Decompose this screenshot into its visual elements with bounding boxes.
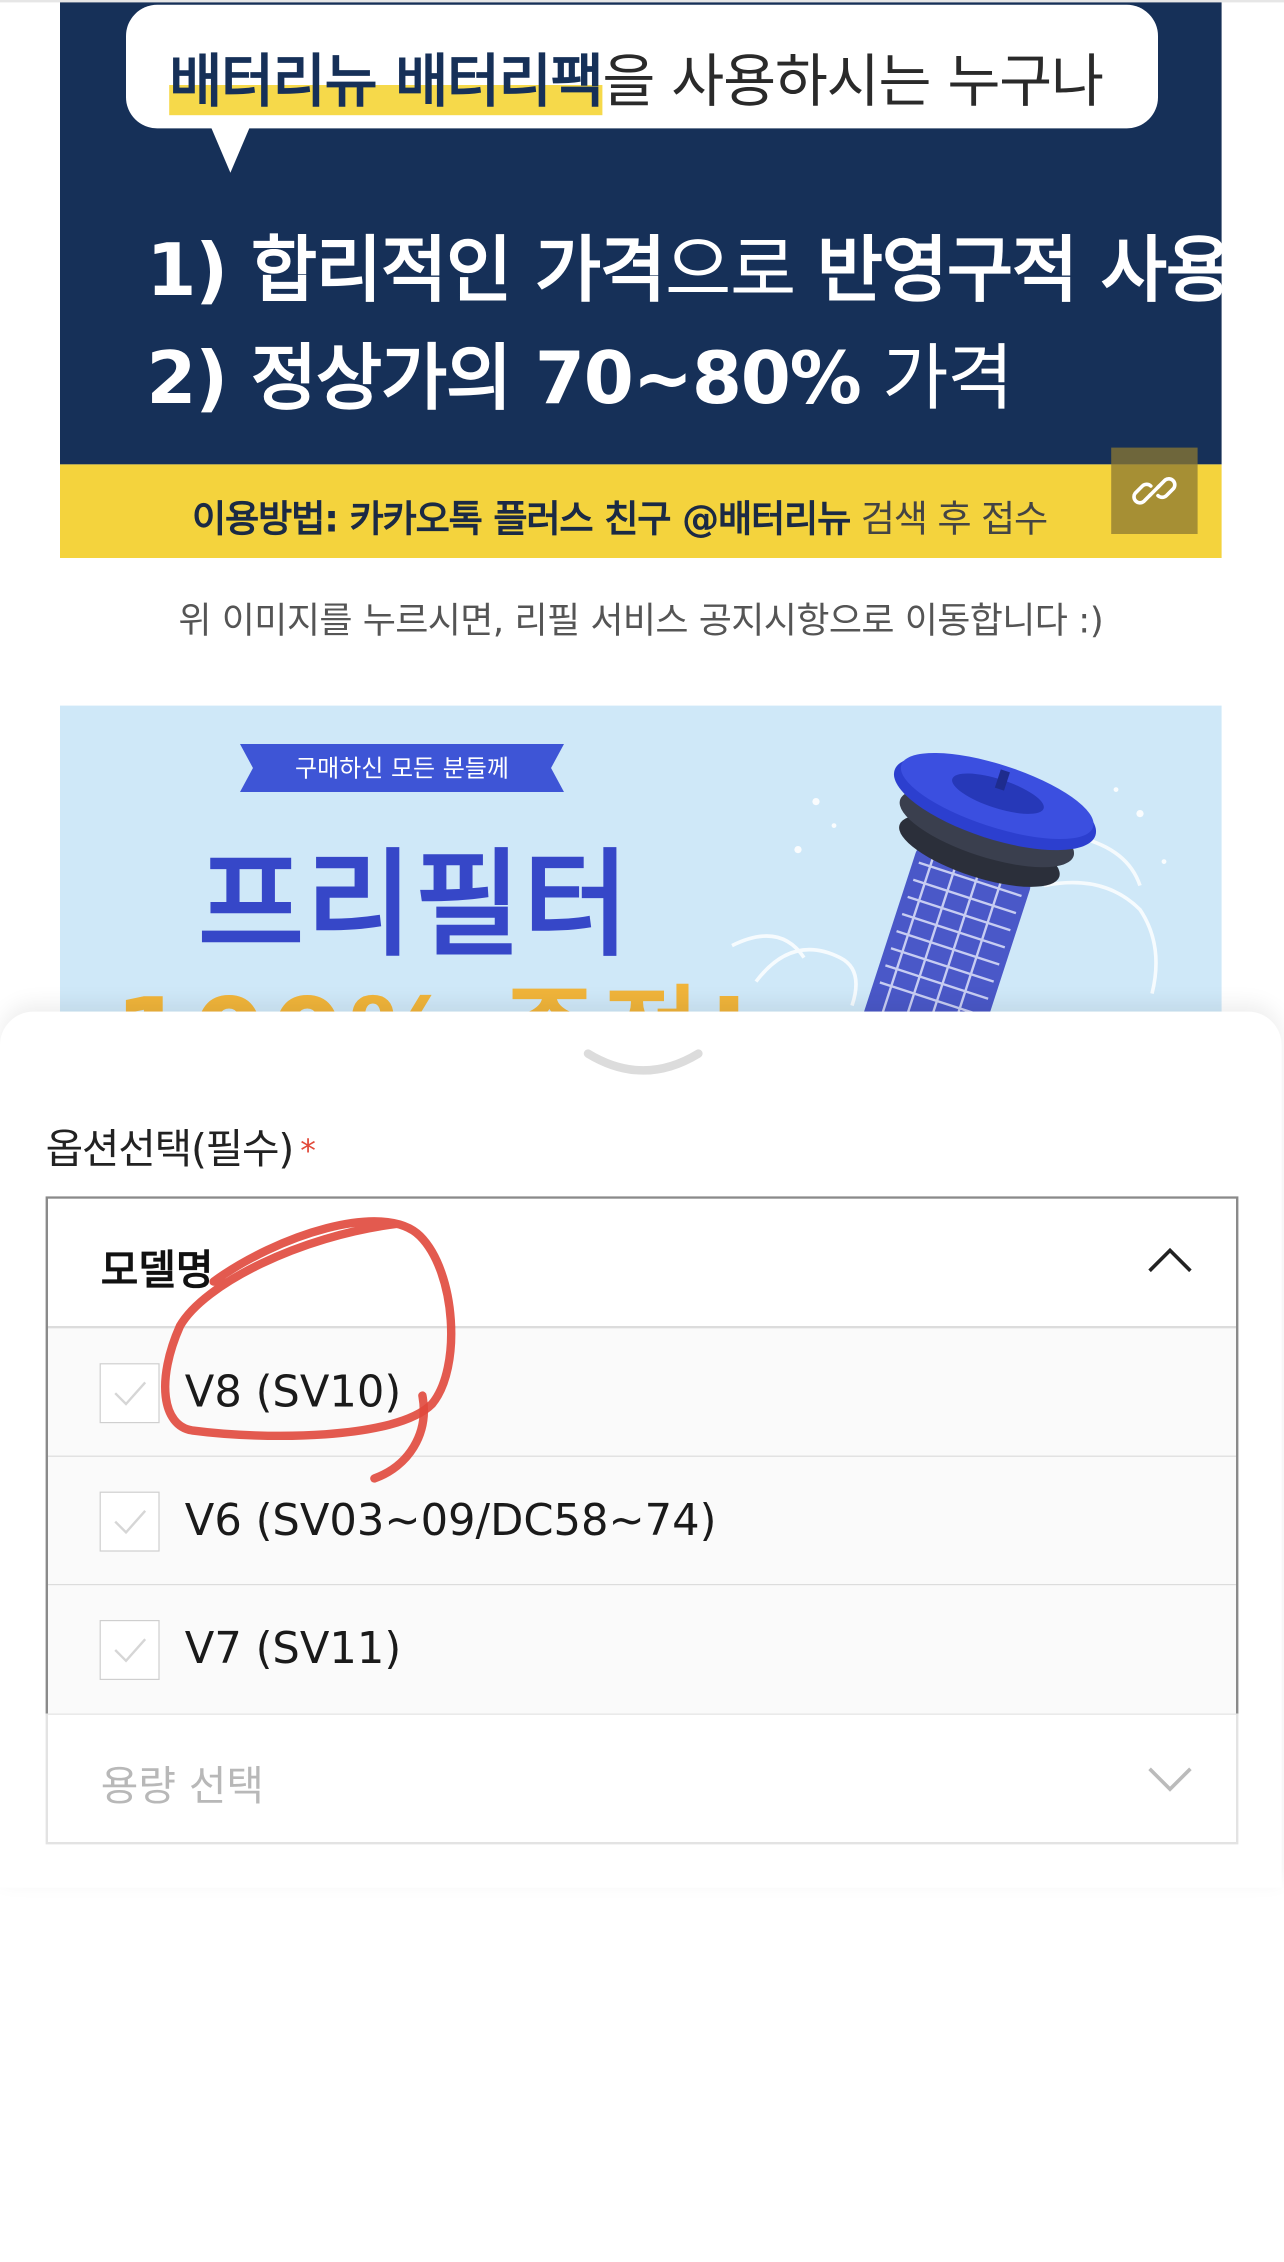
- chevron-down-icon[interactable]: [1146, 1760, 1194, 1796]
- usage-light: 검색 후 접수: [850, 498, 1049, 542]
- banner-line-2: 2) 정상가의 70~80% 가격: [146, 320, 1013, 424]
- option-checkbox[interactable]: [99, 1491, 160, 1552]
- option-title-text: 옵션선택(필수): [45, 1125, 295, 1174]
- banner-line-1: 1) 합리적인 가격으로 반영구적 사용: [146, 212, 1232, 316]
- check-icon: [114, 1510, 147, 1535]
- page: 배터리뉴 배터리팩을 사용하시는 누구나 1) 합리적인 가격으로 반영구적 사…: [0, 0, 1284, 2262]
- line1-bold-a: 1) 합리적인 가격: [146, 229, 666, 314]
- filter-ribbon: 구매하신 모든 분들께: [240, 744, 565, 793]
- notice-text: 위 이미지를 누르시면, 리필 서비스 공지시항으로 이동합니다 :): [178, 600, 1104, 642]
- option-label: V7 (SV11): [184, 1624, 402, 1675]
- model-dropdown[interactable]: 모델명 V8 (SV10) V6 (SV03~09/DC58~74) V7 (S…: [45, 1196, 1239, 1717]
- model-option-v6[interactable]: V6 (SV03~09/DC58~74): [48, 1456, 1236, 1587]
- bubble-highlight: 배터리뉴 배터리팩: [169, 48, 604, 116]
- line1-bold-b: 반영구적 사용: [816, 229, 1232, 314]
- option-title: 옵션선택(필수) *: [45, 1116, 316, 1175]
- link-icon-glyph: [1132, 477, 1177, 505]
- bubble-text: 배터리뉴 배터리팩을 사용하시는 누구나: [169, 34, 1104, 118]
- model-option-v8[interactable]: V8 (SV10): [48, 1328, 1236, 1458]
- sheet-collapse-handle-icon[interactable]: [583, 1044, 703, 1080]
- line2-light: 가격: [860, 337, 1013, 422]
- line1-light: 으로: [664, 229, 817, 314]
- filter-banner[interactable]: 구매하신 모든 분들께 프리필터 100% 증정!: [60, 705, 1222, 1012]
- usage-bar[interactable]: 이용방법: 카카오톡 플러스 친구 @배터리뉴 검색 후 접수: [60, 464, 1222, 558]
- required-mark: *: [300, 1133, 316, 1170]
- usage-bold: 이용방법: 카카오톡 플러스 친구 @배터리뉴: [192, 498, 851, 542]
- capacity-dropdown[interactable]: 용량 선택: [45, 1713, 1239, 1845]
- model-dropdown-header[interactable]: 모델명: [48, 1198, 1236, 1329]
- option-label: V6 (SV03~09/DC58~74): [184, 1496, 717, 1546]
- link-icon[interactable]: [1111, 447, 1198, 534]
- check-icon: [114, 1381, 147, 1406]
- chevron-up-icon[interactable]: [1146, 1242, 1194, 1278]
- filter-subtitle: 100% 증정!: [114, 952, 758, 1011]
- capacity-dropdown-placeholder: 용량 선택: [100, 1762, 264, 1811]
- model-option-v7[interactable]: V7 (SV11): [48, 1585, 1236, 1713]
- bubble-rest: 을 사용하시는 누구나: [602, 48, 1104, 116]
- bubble-tail: [210, 124, 251, 173]
- option-label: V8 (SV10): [184, 1368, 402, 1418]
- speech-bubble: 배터리뉴 배터리팩을 사용하시는 누구나: [126, 4, 1159, 129]
- option-checkbox[interactable]: [99, 1620, 160, 1681]
- option-checkbox[interactable]: [99, 1363, 160, 1424]
- line2-bold: 2) 정상가의 70~80%: [146, 337, 861, 422]
- check-icon: [114, 1638, 147, 1663]
- refill-banner[interactable]: 배터리뉴 배터리팩을 사용하시는 누구나 1) 합리적인 가격으로 반영구적 사…: [60, 2, 1232, 465]
- filter-product-image: [731, 752, 1167, 1012]
- model-dropdown-label: 모델명: [100, 1246, 214, 1295]
- usage-text: 이용방법: 카카오톡 플러스 친구 @배터리뉴 검색 후 접수: [192, 488, 1049, 542]
